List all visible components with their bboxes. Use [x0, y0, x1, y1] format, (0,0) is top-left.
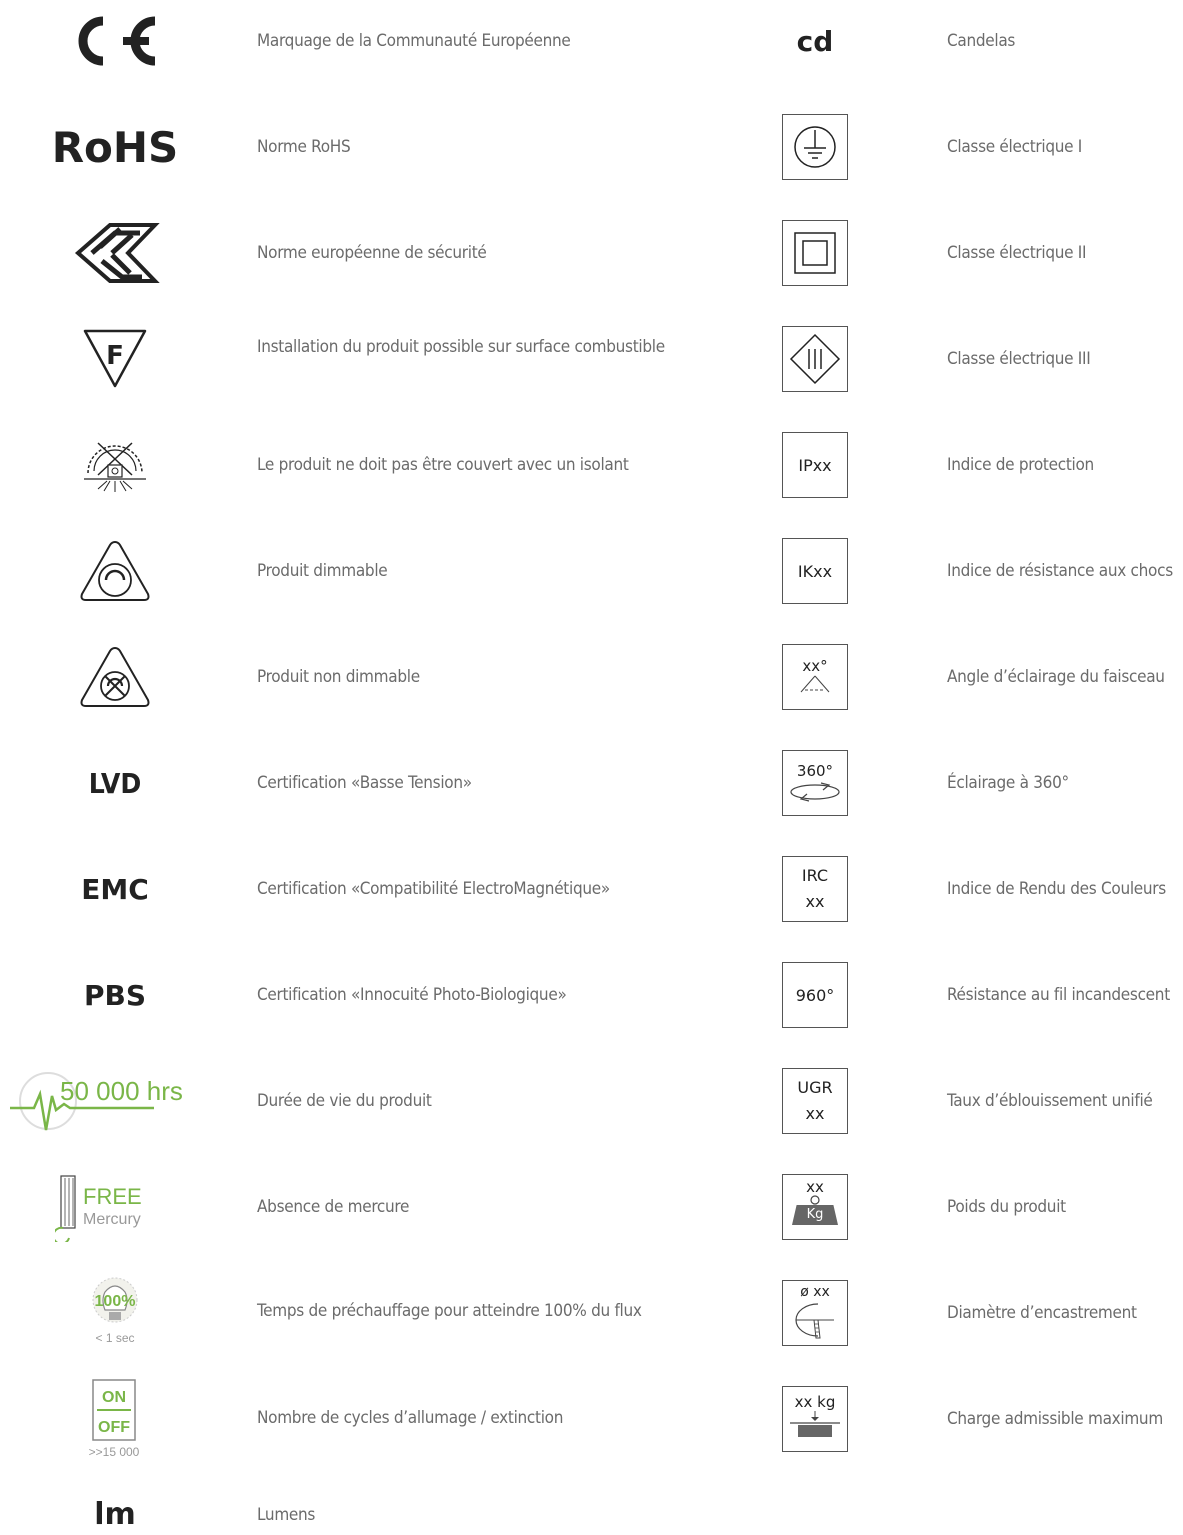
legend-label: Candelas: [947, 31, 1016, 51]
max-load-icon: xx kg: [760, 1384, 870, 1454]
legend-row: Produit dimmable: [0, 536, 700, 642]
legend-label: Angle d’éclairage du faisceau: [947, 667, 1165, 687]
class-3-icon: [760, 324, 870, 394]
legend-label: Norme européenne de sécurité: [257, 243, 487, 263]
legend-label: Marquage de la Communauté Européenne: [257, 31, 571, 51]
legend-row: xx° Angle d’éclairage du faisceau: [730, 642, 1183, 748]
legend-label: Classe électrique III: [947, 349, 1091, 369]
pbs-icon: PBS: [83, 978, 147, 1012]
legend-label: Certification «Compatibilité ElectroMagn…: [257, 879, 610, 899]
legend-row: 960° Résistance au fil incandescent: [730, 960, 1183, 1066]
legend-label: Éclairage à 360°: [947, 773, 1069, 793]
360-lighting-icon: 360°: [760, 748, 870, 818]
legend-label: Charge admissible maximum: [947, 1409, 1163, 1429]
legend-row: lm Lumens: [0, 1494, 700, 1534]
legend-label: Durée de vie du produit: [257, 1091, 432, 1111]
legend-label: Taux d’éblouissement unifié: [947, 1091, 1153, 1111]
legend-label: Indice de résistance aux chocs: [947, 561, 1173, 581]
enec-icon: [20, 218, 210, 288]
class-2-icon: [760, 218, 870, 288]
glow-wire-icon: 960°: [760, 960, 870, 1030]
legend-row: Classe électrique II: [730, 218, 1183, 324]
legend-label: Certification «Innocuité Photo-Biologiqu…: [257, 985, 567, 1005]
emc-icon: EMC: [81, 872, 149, 906]
svg-text:OFF: OFF: [98, 1419, 130, 1436]
legend-row: LVD Certification «Basse Tension»: [0, 748, 700, 854]
legend-label: Classe électrique II: [947, 243, 1087, 263]
legend-label: Temps de préchauffage pour atteindre 100…: [257, 1301, 642, 1321]
rohs-icon: RoHS: [51, 122, 179, 172]
legend-row: Norme européenne de sécurité: [0, 218, 700, 324]
cutout-diameter-icon: ø xx: [760, 1278, 870, 1348]
legend-row: Classe électrique III: [730, 324, 1183, 430]
legend-label: Diamètre d’encastrement: [947, 1303, 1137, 1323]
legend-label: Classe électrique I: [947, 137, 1083, 157]
legend-row: ø xx Diamètre d’encastrement: [730, 1278, 1183, 1384]
ik-rating-icon: IKxx: [760, 536, 870, 606]
legend-row: cd Candelas: [730, 6, 1183, 112]
legend-label: Norme RoHS: [257, 137, 351, 157]
svg-text:F: F: [106, 341, 124, 371]
legend-row: EMC Certification «Compatibilité Electro…: [0, 854, 700, 960]
svg-text:100%: 100%: [95, 1293, 136, 1310]
legend-row: Classe électrique I: [730, 112, 1183, 218]
legend-row: Le produit ne doit pas être couvert avec…: [0, 430, 700, 536]
legend-row: PBS Certification «Innocuité Photo-Biolo…: [0, 960, 700, 1066]
legend-label: Produit non dimmable: [257, 667, 420, 687]
legend-label: Indice de Rendu des Couleurs: [947, 879, 1166, 899]
legend-row: Marquage de la Communauté Européenne: [0, 6, 700, 112]
legend-row: IRC xx Indice de Rendu des Couleurs: [730, 854, 1183, 960]
non-dimmable-icon: [20, 642, 210, 712]
ugr-icon: UGR xx: [760, 1066, 870, 1136]
legend-row: xx kg Charge admissible maximum: [730, 1384, 1183, 1490]
legend-label: Certification «Basse Tension»: [257, 773, 472, 793]
legend-row: Produit non dimmable: [0, 642, 700, 748]
f-triangle-icon: F: [20, 324, 210, 394]
legend-label: Nombre de cycles d’allumage / extinction: [257, 1408, 564, 1428]
legend-row: F Installation du produit possible sur s…: [0, 324, 700, 430]
cri-icon: IRC xx: [760, 854, 870, 924]
svg-text:< 1 sec: < 1 sec: [95, 1331, 134, 1345]
legend-row: 50 000 hrs Durée de vie du produit: [0, 1066, 700, 1172]
svg-text:FREE: FREE: [83, 1184, 142, 1209]
legend-label: Lumens: [257, 1505, 316, 1525]
legend-label: Résistance au fil incandescent: [947, 985, 1170, 1005]
beam-angle-icon: xx°: [760, 642, 870, 712]
legend-row: 360° Éclairage à 360°: [730, 748, 1183, 854]
ip-rating-icon: IPxx: [760, 430, 870, 500]
legend-label: Le produit ne doit pas être couvert avec…: [257, 455, 629, 475]
lvd-icon: LVD: [88, 766, 142, 800]
legend-label: Poids du produit: [947, 1197, 1066, 1217]
no-insulation-cover-icon: [20, 430, 210, 500]
svg-text:Mercury: Mercury: [83, 1211, 141, 1228]
candela-icon: cd: [796, 24, 834, 58]
legend-label: Absence de mercure: [257, 1197, 410, 1217]
legend-row: IKxx Indice de résistance aux chocs: [730, 536, 1183, 642]
legend-label: Indice de protection: [947, 455, 1094, 475]
svg-text:50 000 hrs: 50 000 hrs: [60, 1076, 183, 1106]
on-off-cycles-icon: ON OFF >>15 000: [20, 1378, 210, 1460]
lifetime-icon: 50 000 hrs: [4, 1066, 224, 1136]
legend-row: 100% < 1 sec Temps de préchauffage pour …: [0, 1270, 700, 1376]
legend-row: RoHS Norme RoHS: [0, 112, 700, 218]
class-1-icon: [760, 112, 870, 182]
dimmable-icon: [20, 536, 210, 606]
legend-label: Installation du produit possible sur sur…: [257, 337, 665, 357]
legend-row: UGR xx Taux d’éblouissement unifié: [730, 1066, 1183, 1172]
lumens-icon: lm: [94, 1496, 136, 1532]
weight-icon: xx Kg: [760, 1172, 870, 1242]
legend-row: IPxx Indice de protection: [730, 430, 1183, 536]
legend-label: Produit dimmable: [257, 561, 388, 581]
warmup-bulb-icon: 100% < 1 sec: [20, 1270, 210, 1350]
legend-row: xx Kg Poids du produit: [730, 1172, 1183, 1278]
legend-row: ON OFF >>15 000 Nombre de cycles d’allum…: [0, 1378, 700, 1484]
svg-text:>>15 000: >>15 000: [89, 1445, 140, 1459]
ce-mark-icon: [20, 6, 210, 76]
mercury-free-icon: FREE Mercury: [20, 1172, 210, 1242]
legend-row: FREE Mercury Absence de mercure: [0, 1172, 700, 1278]
svg-text:ON: ON: [102, 1389, 126, 1406]
